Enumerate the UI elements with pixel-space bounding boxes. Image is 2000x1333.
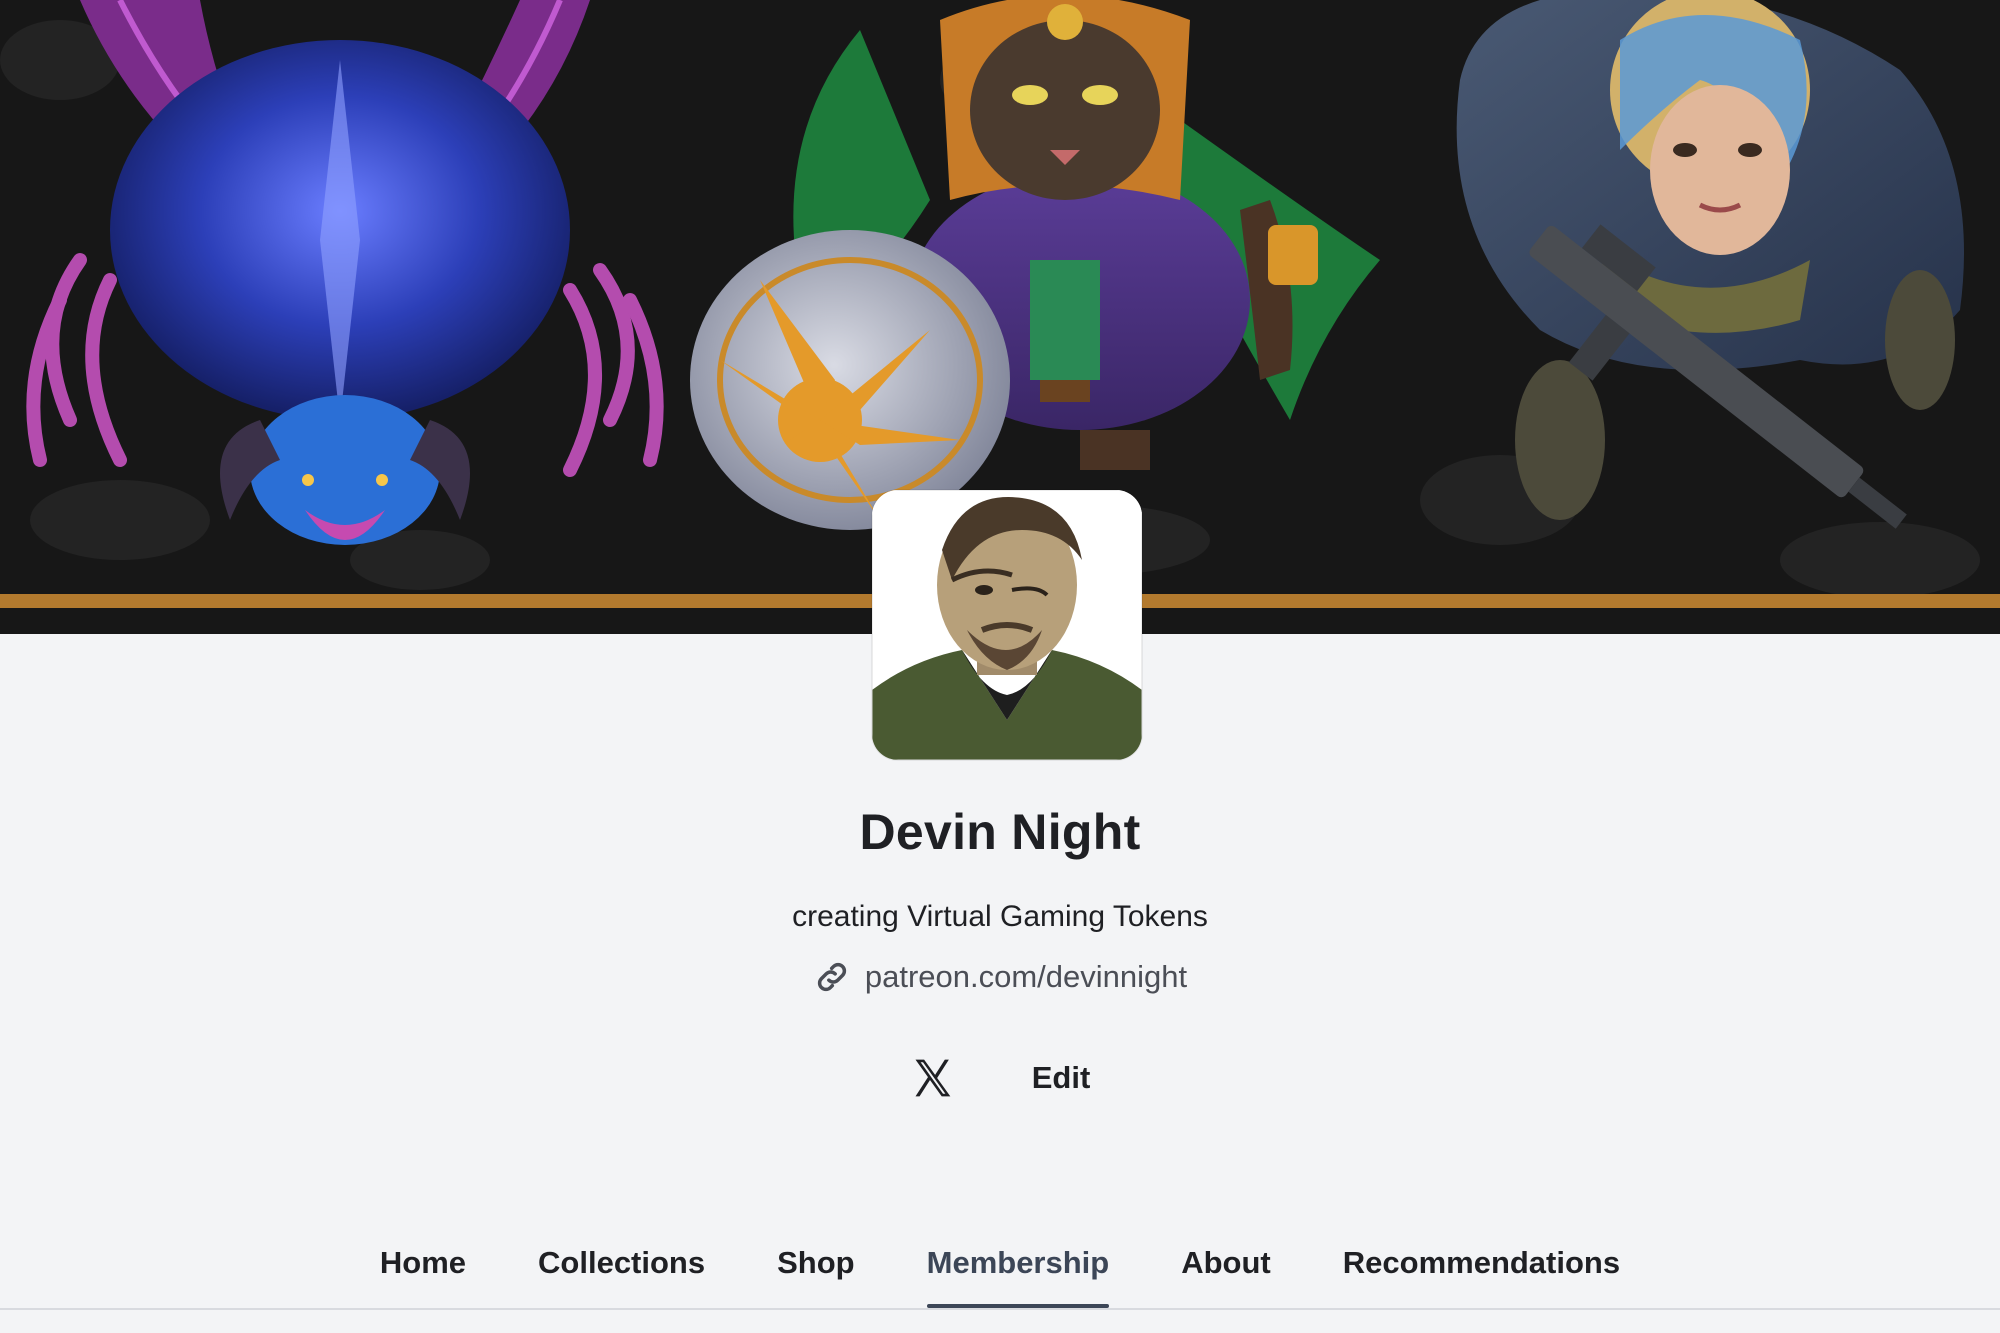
avatar-portrait-icon [872,490,1142,760]
creator-avatar[interactable] [872,490,1142,760]
tab-shop[interactable]: Shop [741,1240,891,1306]
creator-tagline: creating Virtual Gaming Tokens [792,900,1208,933]
profile-tabs: Home Collections Shop Membership About R… [0,1240,2000,1310]
tab-collections[interactable]: Collections [502,1240,741,1306]
tab-recommendations[interactable]: Recommendations [1307,1240,1656,1306]
creator-name: Devin Night [859,804,1141,860]
tab-home[interactable]: Home [344,1240,502,1306]
link-icon [813,958,851,996]
tab-membership[interactable]: Membership [891,1240,1146,1308]
x-twitter-icon[interactable] [910,1056,954,1100]
edit-button[interactable]: Edit [1032,1060,1091,1096]
creator-link-text[interactable]: patreon.com/devinnight [865,959,1187,995]
creator-link[interactable]: patreon.com/devinnight [0,958,2000,996]
social-actions: Edit [0,1056,2000,1100]
tab-about[interactable]: About [1145,1240,1307,1306]
